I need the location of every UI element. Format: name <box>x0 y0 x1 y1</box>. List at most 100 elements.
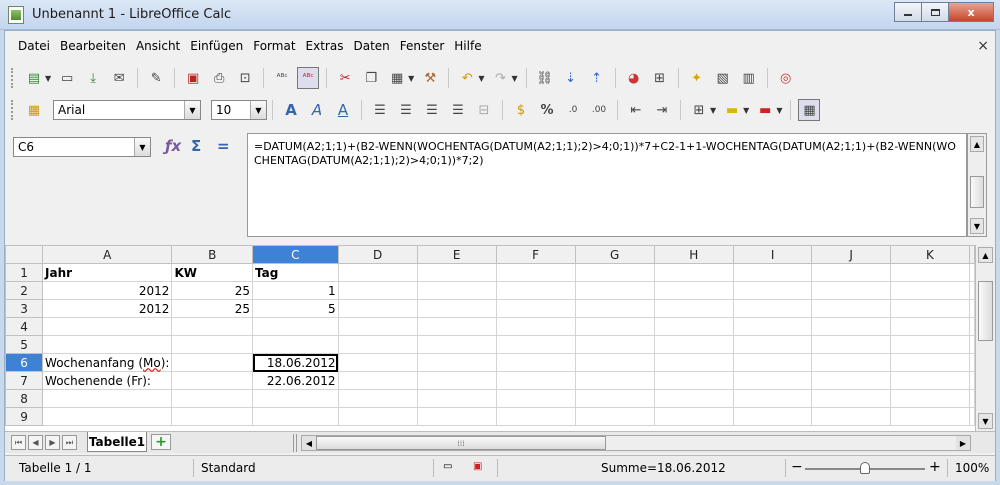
cell-e8[interactable] <box>416 389 497 408</box>
cell-b9[interactable] <box>171 407 254 426</box>
save-icon[interactable]: ⤓ <box>82 67 104 89</box>
font-name-combo[interactable]: Arial ▼ <box>53 100 201 120</box>
cell-c5[interactable] <box>252 335 339 354</box>
cell-f8[interactable] <box>495 389 576 408</box>
align-left-icon[interactable]: ☰ <box>369 99 391 121</box>
align-center-icon[interactable]: ☰ <box>395 99 417 121</box>
cell-c2[interactable]: 1 <box>252 281 339 300</box>
row-header[interactable]: 8 <box>5 389 44 408</box>
help-icon[interactable]: ◎ <box>775 67 797 89</box>
chevron-down-icon[interactable]: ▼ <box>184 101 200 119</box>
cell-i8[interactable] <box>732 389 813 408</box>
cell-f4[interactable] <box>495 317 576 336</box>
cell-c4[interactable] <box>252 317 339 336</box>
menu-fenster[interactable]: Fenster <box>395 37 450 57</box>
row-header[interactable]: 3 <box>5 299 44 318</box>
toolbar-grip[interactable] <box>11 68 15 88</box>
chevron-down-icon[interactable]: ▼ <box>250 101 266 119</box>
cell-k1[interactable] <box>889 263 971 282</box>
function-wizard-icon[interactable]: ƒx <box>165 137 181 155</box>
cell-a2[interactable]: 2012 <box>42 281 173 300</box>
bold-icon[interactable]: A <box>280 99 302 121</box>
menu-datei[interactable]: Datei <box>13 37 55 57</box>
print-icon[interactable]: ⎙ <box>208 67 230 89</box>
cell-a7[interactable]: Wochenende (Fr): <box>42 371 173 390</box>
zoom-slider-handle[interactable] <box>860 462 870 474</box>
document-modified-icon[interactable]: ▣ <box>473 461 482 472</box>
merge-cells-icon[interactable]: ⊟ <box>473 99 495 121</box>
last-sheet-icon[interactable]: ⏭ <box>62 435 77 450</box>
cell-j4[interactable] <box>811 317 891 336</box>
cell-a4[interactable] <box>42 317 173 336</box>
chevron-down-icon[interactable]: ▼ <box>45 74 51 83</box>
cell-g1[interactable] <box>574 263 655 282</box>
chevron-down-icon[interactable]: ▼ <box>408 74 414 83</box>
gallery-icon[interactable]: ▧ <box>712 67 734 89</box>
scroll-right-icon[interactable]: ▶ <box>956 436 970 450</box>
cell-a9[interactable] <box>42 407 173 426</box>
select-all-corner[interactable] <box>5 245 44 264</box>
cell-g9[interactable] <box>574 407 655 426</box>
cell-h9[interactable] <box>653 407 734 426</box>
cell-g7[interactable] <box>574 371 655 390</box>
cell-h8[interactable] <box>653 389 734 408</box>
cell-j8[interactable] <box>811 389 891 408</box>
edit-file-icon[interactable]: ✎ <box>145 67 167 89</box>
cell-f3[interactable] <box>495 299 576 318</box>
cell-k7[interactable] <box>889 371 971 390</box>
cell-i2[interactable] <box>732 281 813 300</box>
column-header-k[interactable]: K <box>889 245 971 264</box>
cell-j2[interactable] <box>811 281 891 300</box>
formula-scrollbar[interactable]: ▲ ▼ <box>967 133 987 237</box>
menu-extras[interactable]: Extras <box>301 37 349 57</box>
cell-g4[interactable] <box>574 317 655 336</box>
cell-e5[interactable] <box>416 335 497 354</box>
column-header-c[interactable]: C <box>252 245 339 264</box>
maximize-button[interactable] <box>921 2 949 22</box>
cell-b4[interactable] <box>171 317 254 336</box>
menu-format[interactable]: Format <box>248 37 300 57</box>
navigator-icon[interactable]: ✦ <box>686 67 708 89</box>
column-header-g[interactable]: G <box>574 245 655 264</box>
cell-e2[interactable] <box>416 281 497 300</box>
cell-k4[interactable] <box>889 317 971 336</box>
email-icon[interactable]: ✉ <box>108 67 130 89</box>
cell-j7[interactable] <box>811 371 891 390</box>
chevron-down-icon[interactable]: ▼ <box>134 138 150 156</box>
cell-f1[interactable] <box>495 263 576 282</box>
menu-hilfe[interactable]: Hilfe <box>449 37 486 57</box>
grid-lines-icon[interactable]: ▦ <box>798 99 821 121</box>
cell-h5[interactable] <box>653 335 734 354</box>
row-header[interactable]: 4 <box>5 317 44 336</box>
cell-i6[interactable] <box>732 353 813 372</box>
cell-g2[interactable] <box>574 281 655 300</box>
cell-k9[interactable] <box>889 407 971 426</box>
column-header-i[interactable]: I <box>732 245 813 264</box>
formula-input[interactable]: =DATUM(A2;1;1)+(B2-WENN(WOCHENTAG(DATUM(… <box>247 133 967 237</box>
justify-icon[interactable]: ☰ <box>447 99 469 121</box>
cell-d9[interactable] <box>337 407 418 426</box>
autospellcheck-icon[interactable]: ᴬᴮᶜ <box>297 67 320 89</box>
chevron-down-icon[interactable]: ▼ <box>710 106 716 115</box>
formula-equals-icon[interactable]: = <box>217 137 230 155</box>
cell-b3[interactable]: 25 <box>171 299 254 318</box>
cell-c1[interactable]: Tag <box>252 263 339 282</box>
cell-g8[interactable] <box>574 389 655 408</box>
cell-f5[interactable] <box>495 335 576 354</box>
redo-icon[interactable]: ↷ <box>489 67 511 89</box>
cell-j3[interactable] <box>811 299 891 318</box>
column-header-f[interactable]: F <box>495 245 576 264</box>
cell-c9[interactable] <box>252 407 339 426</box>
export-pdf-icon[interactable]: ▣ <box>182 67 204 89</box>
scroll-down-icon[interactable]: ▼ <box>978 413 993 429</box>
cell-c3[interactable]: 5 <box>252 299 339 318</box>
scroll-up-icon[interactable]: ▲ <box>978 247 993 263</box>
cell-d2[interactable] <box>337 281 418 300</box>
menu-bearbeiten[interactable]: Bearbeiten <box>55 37 131 57</box>
cell-c6[interactable]: 18.06.2012 <box>252 353 339 372</box>
cell-d4[interactable] <box>337 317 418 336</box>
row-header[interactable]: 1 <box>5 263 44 282</box>
prev-sheet-icon[interactable]: ◀ <box>28 435 43 450</box>
close-window-button[interactable]: x <box>948 2 994 22</box>
new-document-icon[interactable]: ▤ <box>23 67 45 89</box>
